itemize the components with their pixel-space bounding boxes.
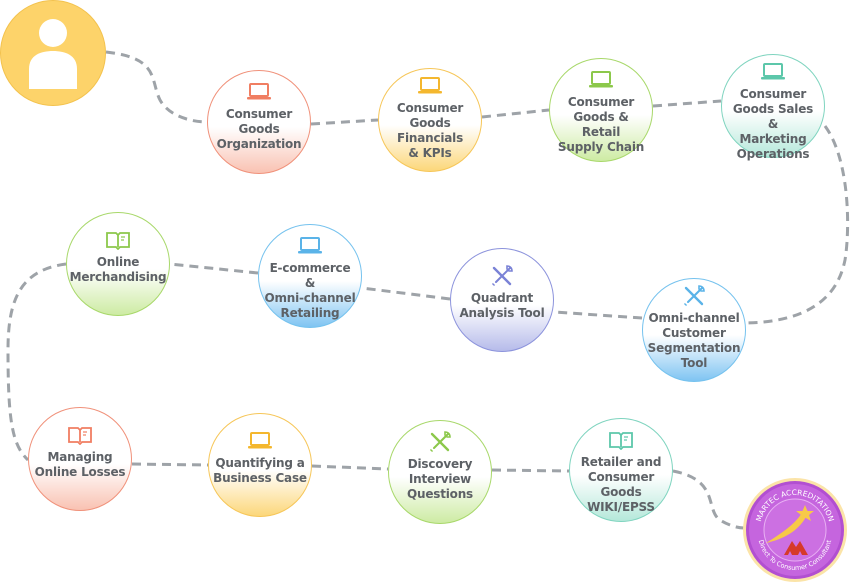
course-node-3[interactable]: Consumer Goods & Retail Supply Chain bbox=[549, 58, 653, 162]
label-line: Goods & Retail bbox=[573, 110, 629, 139]
course-node-label: E-commerce & Omni-channel Retailing bbox=[259, 261, 361, 321]
course-node-12[interactable]: Retailer and Consumer Goods WIKI/EPSS bbox=[569, 418, 673, 522]
connector-n6-n5 bbox=[169, 262, 259, 275]
connector-start-n1 bbox=[105, 50, 208, 124]
accreditation-badge[interactable]: MARTEC ACCREDITATION Direct To Consumer … bbox=[742, 477, 848, 583]
label-line: Organization bbox=[216, 137, 302, 151]
label-line: Supply Chain bbox=[557, 140, 645, 154]
course-node-label: Managing Online Losses bbox=[31, 450, 130, 480]
label-line: Customer bbox=[662, 326, 726, 340]
label-line: Omni-channel bbox=[264, 291, 356, 305]
start-avatar[interactable] bbox=[0, 0, 106, 106]
tools-icon bbox=[428, 431, 452, 453]
label-line: Consumer bbox=[225, 107, 293, 121]
label-line: Business Case bbox=[213, 471, 307, 485]
label-line: E-commerce & bbox=[269, 261, 351, 290]
course-node-label: Consumer Goods Sales & Marketing Operations bbox=[722, 87, 824, 162]
connector-n7-n6 bbox=[361, 286, 451, 301]
label-line: Online bbox=[96, 255, 140, 269]
label-line: Retailing bbox=[280, 306, 340, 320]
connector-n3-n4 bbox=[652, 99, 722, 108]
course-node-label: Consumer Goods Organization bbox=[213, 107, 306, 152]
course-node-10[interactable]: Quantifying a Business Case bbox=[208, 413, 312, 517]
laptop-icon bbox=[588, 71, 614, 89]
laptop-icon bbox=[297, 237, 323, 255]
course-node-label: Omni-channel Customer Segmentation Tool bbox=[644, 311, 745, 371]
course-node-4[interactable]: Consumer Goods Sales & Marketing Operations bbox=[721, 54, 825, 161]
label-line: Analysis Tool bbox=[459, 306, 545, 320]
course-node-label: Consumer Goods & Retail Supply Chain bbox=[550, 95, 652, 155]
course-node-label: Online Merchandising bbox=[66, 255, 171, 285]
book-icon bbox=[67, 426, 93, 445]
laptop-icon bbox=[417, 77, 443, 95]
course-node-5[interactable]: Online Merchandising bbox=[66, 212, 170, 316]
course-node-label: Quantifying a Business Case bbox=[209, 456, 311, 486]
label-line: Quadrant bbox=[470, 291, 534, 305]
laptop-icon bbox=[247, 432, 273, 450]
label-line: Goods bbox=[238, 122, 280, 136]
label-line: Discovery bbox=[407, 457, 473, 471]
course-node-7[interactable]: Quadrant Analysis Tool bbox=[450, 248, 554, 352]
label-line: Tool bbox=[680, 356, 708, 370]
laptop-icon bbox=[246, 83, 272, 101]
course-node-2[interactable]: Consumer Goods Financials & KPIs bbox=[378, 68, 482, 172]
label-line: Quantifying a bbox=[215, 456, 305, 470]
connector-n2-n3 bbox=[481, 108, 550, 119]
tools-icon bbox=[682, 285, 706, 307]
course-node-9[interactable]: Managing Online Losses bbox=[28, 407, 132, 511]
accreditation-badge-icon: MARTEC ACCREDITATION Direct To Consumer … bbox=[743, 478, 847, 582]
course-node-6[interactable]: E-commerce & Omni-channel Retailing bbox=[258, 224, 362, 328]
label-line: & KPIs bbox=[408, 146, 452, 160]
label-line: Goods bbox=[409, 116, 451, 130]
connector-n10-n11 bbox=[311, 464, 389, 471]
label-line: Retailer and bbox=[580, 455, 662, 469]
label-line: Consumer bbox=[396, 101, 464, 115]
label-line: Merchandising bbox=[69, 270, 167, 284]
course-node-1[interactable]: Consumer Goods Organization bbox=[207, 70, 311, 174]
user-avatar-icon bbox=[29, 19, 77, 89]
course-node-label: Retailer and Consumer Goods WIKI/EPSS bbox=[570, 455, 672, 515]
label-line: Segmentation bbox=[647, 341, 741, 355]
label-line: Interview bbox=[408, 472, 472, 486]
label-line: Marketing bbox=[739, 132, 807, 146]
label-line: Consumer bbox=[567, 95, 635, 109]
label-line: Omni-channel bbox=[648, 311, 740, 325]
label-line: Managing bbox=[47, 450, 113, 464]
label-line: Online Losses bbox=[34, 465, 126, 479]
course-node-11[interactable]: Discovery Interview Questions bbox=[388, 420, 492, 524]
label-line: Financials bbox=[396, 131, 464, 145]
connector-n1-n2 bbox=[310, 118, 379, 126]
connector-n12-badge bbox=[672, 469, 745, 530]
course-node-label: Quadrant Analysis Tool bbox=[455, 291, 548, 321]
course-node-label: Discovery Interview Questions bbox=[403, 457, 477, 502]
label-line: WIKI/EPSS bbox=[587, 500, 655, 514]
label-line: Questions bbox=[406, 487, 473, 501]
course-node-8[interactable]: Omni-channel Customer Segmentation Tool bbox=[642, 278, 746, 382]
book-icon bbox=[608, 431, 634, 450]
course-node-label: Consumer Goods Financials & KPIs bbox=[393, 101, 467, 161]
label-line: Consumer bbox=[739, 87, 807, 101]
laptop-icon bbox=[760, 63, 786, 81]
label-line: Operations bbox=[736, 147, 810, 161]
book-icon bbox=[105, 231, 131, 250]
connector-n11-n12 bbox=[491, 468, 570, 473]
tools-icon bbox=[490, 265, 514, 287]
label-line: Consumer Goods bbox=[587, 470, 655, 499]
connector-n8-n7 bbox=[553, 310, 643, 320]
connector-n9-n10 bbox=[131, 462, 209, 467]
label-line: Goods Sales & bbox=[732, 102, 814, 131]
